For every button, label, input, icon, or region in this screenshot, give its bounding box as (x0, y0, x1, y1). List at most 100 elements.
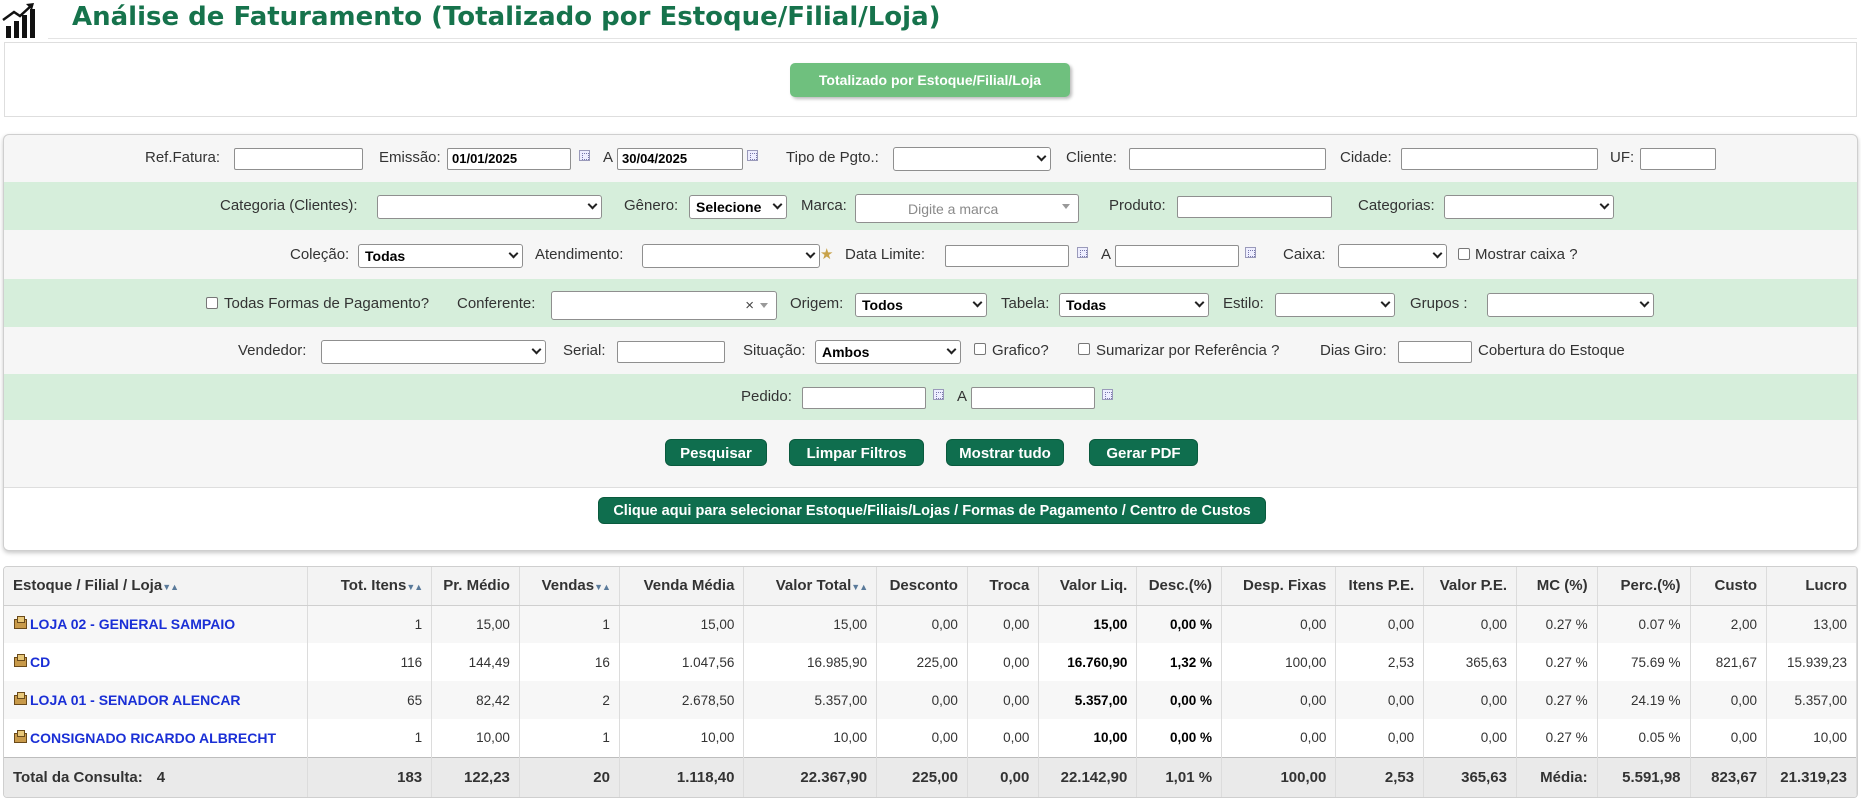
todas-formas-checkbox[interactable] (206, 297, 218, 309)
chevron-down-icon (531, 344, 542, 355)
calendar-icon[interactable] (1245, 247, 1256, 258)
uf-input[interactable] (1640, 148, 1716, 170)
dias-giro-label: Dias Giro: (1320, 342, 1387, 359)
sort-icon[interactable]: ▼▲ (594, 582, 611, 592)
favorite-star-icon[interactable]: ★ (820, 245, 833, 263)
table-cell: 0,00 (1335, 605, 1425, 643)
emissao-sep: A (603, 149, 614, 166)
box-icon (13, 692, 27, 705)
store-link[interactable]: LOJA 02 - GENERAL SAMPAIO (30, 616, 235, 632)
sort-icon[interactable]: ▼▲ (406, 582, 423, 592)
sumarizar-checkbox[interactable] (1078, 343, 1090, 355)
table-cell: 5.357,00 (1766, 681, 1857, 719)
cidade-input[interactable] (1401, 148, 1598, 170)
cliente-input[interactable] (1129, 148, 1326, 170)
data-limite-from-input[interactable] (945, 245, 1069, 267)
store-link[interactable]: CONSIGNADO RICARDO ALBRECHT (30, 730, 276, 746)
filter-panel: Ref.Fatura: Emissão: 01/01/2025 A 30/04/… (3, 134, 1858, 551)
total-cell: 21.319,23 (1766, 756, 1857, 797)
store-cell: CD (4, 643, 308, 681)
categorias-select[interactable] (1444, 195, 1614, 219)
cobertura-label: Cobertura do Estoque (1478, 342, 1625, 359)
col-header-vendas[interactable]: Vendas▼▲ (519, 567, 620, 606)
store-link[interactable]: CD (30, 654, 50, 670)
categorias-label: Categorias: (1358, 197, 1435, 214)
chevron-down-icon (1380, 297, 1391, 308)
table-cell: 65 (307, 681, 433, 719)
calendar-icon[interactable] (1102, 389, 1113, 400)
emissao-from-input[interactable]: 01/01/2025 (447, 148, 571, 170)
emissao-to-input[interactable]: 30/04/2025 (617, 148, 743, 170)
calendar-icon[interactable] (1077, 247, 1088, 258)
produto-input[interactable] (1177, 196, 1332, 218)
col-header-perc: Perc.(%) (1597, 567, 1691, 606)
mostrar-tudo-button[interactable]: Mostrar tudo (946, 439, 1064, 466)
situacao-select[interactable]: Ambos (815, 340, 961, 364)
mostrar-caixa-label: Mostrar caixa ? (1475, 246, 1578, 263)
total-cell: 1.118,40 (619, 756, 745, 797)
data-limite-to-input[interactable] (1115, 245, 1239, 267)
serial-label: Serial: (563, 342, 606, 359)
ref-fatura-input[interactable] (234, 148, 363, 170)
clear-icon[interactable]: × (745, 297, 754, 314)
categoria-clientes-select[interactable] (377, 195, 602, 219)
filter-row-2: Categoria (Clientes): Gênero: Selecione … (4, 182, 1857, 230)
calendar-icon[interactable] (579, 150, 590, 161)
total-cell: 183 (307, 756, 433, 797)
box-icon (13, 729, 27, 743)
atendimento-label: Atendimento: (535, 246, 624, 263)
cliente-label: Cliente: (1066, 149, 1117, 166)
tipo-pgto-select[interactable] (893, 147, 1051, 171)
table-cell: 0,00 (1423, 681, 1517, 719)
limpar-filtros-button[interactable]: Limpar Filtros (789, 439, 924, 466)
totalizado-tab-button[interactable]: Totalizado por Estoque/Filial/Loja (790, 63, 1070, 97)
table-cell: 5.357,00 (743, 681, 878, 719)
colecao-select[interactable]: Todas (358, 244, 523, 268)
selecionar-estoque-button[interactable]: Clique aqui para selecionar Estoque/Fili… (598, 497, 1266, 524)
genero-select[interactable]: Selecione (689, 195, 787, 219)
total-cell: Média: (1516, 756, 1598, 797)
col-header-pr-medio: Pr. Médio (431, 567, 520, 606)
results-table: Estoque / Filial / Loja▼▲ Tot. Itens▼▲ P… (3, 566, 1858, 798)
store-cell: LOJA 01 - SENADOR ALENCAR (4, 681, 308, 719)
pedido-to-input[interactable] (971, 387, 1095, 409)
grafico-checkbox[interactable] (974, 343, 986, 355)
origem-select[interactable]: Todos (855, 293, 987, 317)
marca-combobox[interactable]: Digite a marca (855, 194, 1079, 223)
mostrar-caixa-checkbox[interactable] (1458, 248, 1470, 260)
col-header-custo: Custo (1690, 567, 1768, 606)
conferente-combobox[interactable]: × (551, 291, 777, 320)
caixa-select[interactable] (1338, 244, 1447, 268)
table-cell: 0,00 (1221, 605, 1337, 643)
conferente-label: Conferente: (457, 295, 536, 312)
grupos-select[interactable] (1487, 293, 1654, 317)
dias-giro-input[interactable] (1398, 341, 1472, 363)
store-cell: CONSIGNADO RICARDO ALBRECHT (4, 719, 308, 757)
tipo-pgto-label: Tipo de Pgto.: (786, 149, 879, 166)
page-title: Análise de Faturamento (Totalizado por E… (72, 2, 941, 32)
vendedor-select[interactable] (321, 340, 546, 364)
serial-input[interactable] (617, 341, 725, 363)
table-row: LOJA 01 - SENADOR ALENCAR 65 82,42 2 2.678,5… (4, 681, 1857, 719)
store-link[interactable]: LOJA 01 - SENADOR ALENCAR (30, 692, 241, 708)
table-cell: 0.27 % (1516, 681, 1598, 719)
sort-icon[interactable]: ▼▲ (851, 582, 868, 592)
total-cell: 22.142,90 (1038, 756, 1138, 797)
pedido-from-input[interactable] (802, 387, 926, 409)
table-cell: 0,00 (876, 605, 968, 643)
col-header-tot-itens[interactable]: Tot. Itens▼▲ (307, 567, 433, 606)
gerar-pdf-button[interactable]: Gerar PDF (1089, 439, 1198, 466)
col-header-estoque[interactable]: Estoque / Filial / Loja▼▲ (4, 567, 308, 606)
col-header-desconto: Desconto (876, 567, 968, 606)
estilo-select[interactable] (1275, 293, 1395, 317)
caret-down-icon (1062, 204, 1070, 209)
tabela-select[interactable]: Todas (1059, 293, 1209, 317)
pesquisar-button[interactable]: Pesquisar (665, 439, 767, 466)
atendimento-select[interactable] (642, 244, 820, 268)
colecao-label: Coleção: (290, 246, 350, 263)
sort-icon[interactable]: ▼▲ (162, 582, 179, 592)
chevron-down-icon (772, 199, 783, 210)
col-header-valor-total[interactable]: Valor Total▼▲ (743, 567, 878, 606)
calendar-icon[interactable] (747, 150, 758, 161)
calendar-icon[interactable] (933, 389, 944, 400)
